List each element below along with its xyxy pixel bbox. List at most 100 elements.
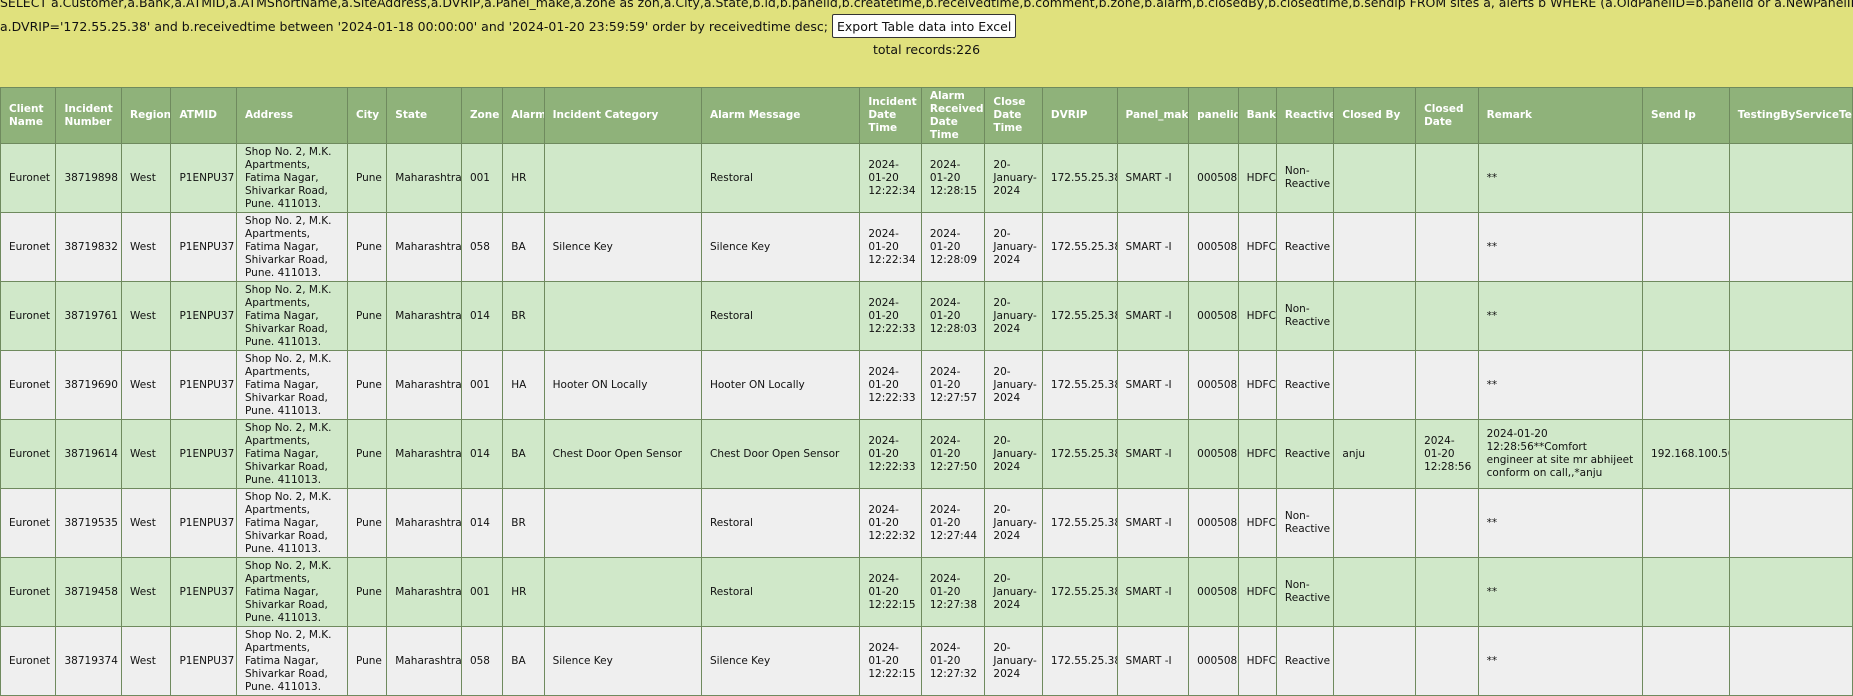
table-cell: 20-January-2024 xyxy=(984,626,1043,696)
table-cell xyxy=(1415,212,1479,282)
table-row: Euronet 38719458 West P1ENPU37 Shop No. 2, M… xyxy=(0,557,1853,627)
table-cell: Euronet xyxy=(0,212,57,282)
sql-query-line-1: SELECT a.Customer,a.Bank,a.ATMID,a.ATMSh… xyxy=(0,0,1853,10)
table-cell xyxy=(1728,143,1853,213)
table-cell: 000508 xyxy=(1188,212,1239,282)
table-cell: West xyxy=(121,488,172,558)
table-cell: Restoral xyxy=(700,557,861,627)
table-cell: Reactive xyxy=(1275,212,1335,282)
column-header: DVRIP xyxy=(1041,87,1118,144)
table-cell: ** xyxy=(1477,281,1644,351)
table-cell: HA xyxy=(502,350,545,420)
table-cell: HR xyxy=(502,557,545,627)
table-cell: 172.55.25.38 xyxy=(1041,212,1118,282)
table-cell: Maharashtra xyxy=(386,143,462,213)
table-cell xyxy=(1728,212,1853,282)
column-header: Panel_make xyxy=(1116,87,1190,144)
table-cell: 001 xyxy=(460,143,504,213)
table-cell: West xyxy=(121,557,172,627)
table-cell: 000508 xyxy=(1188,626,1239,696)
table-cell: 2024-01-20 12:28:56 xyxy=(1415,419,1479,489)
table-cell xyxy=(1728,488,1853,558)
table-cell: 38719832 xyxy=(55,212,123,282)
column-header: Alarm xyxy=(502,87,545,144)
table-cell: 38719898 xyxy=(55,143,123,213)
export-excel-button[interactable]: Export Table data into Excel xyxy=(832,14,1017,38)
table-cell: 2024-01-20 12:28:03 xyxy=(920,281,986,351)
table-cell xyxy=(1728,626,1853,696)
table-cell: HDFC xyxy=(1237,350,1277,420)
table-cell: Restoral xyxy=(700,488,861,558)
column-header: Incident Category xyxy=(543,87,702,144)
column-header: TestingByServiceTeam xyxy=(1728,87,1853,144)
table-cell xyxy=(1333,557,1417,627)
table-cell: 001 xyxy=(460,350,504,420)
table-cell: P1ENPU37 xyxy=(170,350,238,420)
table-cell: Shop No. 2, M.K. Apartments, Fatima Naga… xyxy=(236,281,348,351)
table-cell: SMART -I xyxy=(1116,419,1190,489)
table-cell: Shop No. 2, M.K. Apartments, Fatima Naga… xyxy=(236,557,348,627)
table-cell: Chest Door Open Sensor xyxy=(543,419,702,489)
column-header: Zone xyxy=(460,87,504,144)
table-cell xyxy=(1333,212,1417,282)
table-cell: HDFC xyxy=(1237,626,1277,696)
table-cell: 172.55.25.38 xyxy=(1041,626,1118,696)
table-cell: 2024-01-20 12:28:15 xyxy=(920,143,986,213)
table-cell: P1ENPU37 xyxy=(170,212,238,282)
table-row: Euronet 38719535 West P1ENPU37 Shop No. 2, M… xyxy=(0,488,1853,558)
table-cell xyxy=(1728,419,1853,489)
table-cell: 172.55.25.38 xyxy=(1041,281,1118,351)
table-cell: 2024-01-20 12:22:32 xyxy=(859,488,922,558)
table-cell: Shop No. 2, M.K. Apartments, Fatima Naga… xyxy=(236,488,348,558)
table-cell: 20-January-2024 xyxy=(984,281,1043,351)
table-cell: SMART -I xyxy=(1116,557,1190,627)
table-cell: BA xyxy=(502,626,545,696)
table-cell xyxy=(1642,350,1730,420)
table-cell: Silence Key xyxy=(700,212,861,282)
table-cell xyxy=(1415,488,1479,558)
table-cell: 2024-01-20 12:22:33 xyxy=(859,350,922,420)
table-cell: 2024-01-20 12:22:15 xyxy=(859,557,922,627)
table-header-row: Client Name Incident Number Region ATMID Add… xyxy=(0,87,1853,144)
query-banner: SELECT a.Customer,a.Bank,a.ATMID,a.ATMSh… xyxy=(0,0,1853,87)
table-cell: West xyxy=(121,143,172,213)
table-cell: 172.55.25.38 xyxy=(1041,350,1118,420)
table-cell: Restoral xyxy=(700,281,861,351)
table-cell: Non-Reactive xyxy=(1275,281,1335,351)
table-cell: 38719690 xyxy=(55,350,123,420)
table-cell: 20-January-2024 xyxy=(984,212,1043,282)
table-cell: ** xyxy=(1477,626,1644,696)
table-cell: Euronet xyxy=(0,143,57,213)
table-cell: West xyxy=(121,626,172,696)
table-cell xyxy=(1642,557,1730,627)
table-cell: ** xyxy=(1477,212,1644,282)
table-cell: Euronet xyxy=(0,281,57,351)
table-cell: 192.168.100.50 xyxy=(1642,419,1730,489)
table-cell: ** xyxy=(1477,143,1644,213)
table-cell: HDFC xyxy=(1237,212,1277,282)
table-cell: 38719761 xyxy=(55,281,123,351)
table-cell: 000508 xyxy=(1188,557,1239,627)
table-cell xyxy=(1642,488,1730,558)
table-cell xyxy=(1415,143,1479,213)
table-cell: Reactive xyxy=(1275,350,1335,420)
table-cell: Pune xyxy=(346,350,388,420)
table-cell: 058 xyxy=(460,626,504,696)
table-cell xyxy=(1642,626,1730,696)
table-cell: Euronet xyxy=(0,557,57,627)
table-cell: Shop No. 2, M.K. Apartments, Fatima Naga… xyxy=(236,626,348,696)
table-cell xyxy=(1728,350,1853,420)
table-cell: Shop No. 2, M.K. Apartments, Fatima Naga… xyxy=(236,419,348,489)
table-cell: P1ENPU37 xyxy=(170,488,238,558)
table-cell: Euronet xyxy=(0,488,57,558)
table-cell: P1ENPU37 xyxy=(170,626,238,696)
table-cell: SMART -I xyxy=(1116,626,1190,696)
table-row: Euronet 38719690 West P1ENPU37 Shop No. 2, M… xyxy=(0,350,1853,420)
table-cell xyxy=(1333,626,1417,696)
table-cell xyxy=(543,557,702,627)
column-header: Reactive xyxy=(1275,87,1335,144)
table-cell: Non-Reactive xyxy=(1275,143,1335,213)
column-header: Address xyxy=(236,87,348,144)
table-cell: West xyxy=(121,212,172,282)
table-cell: 000508 xyxy=(1188,488,1239,558)
